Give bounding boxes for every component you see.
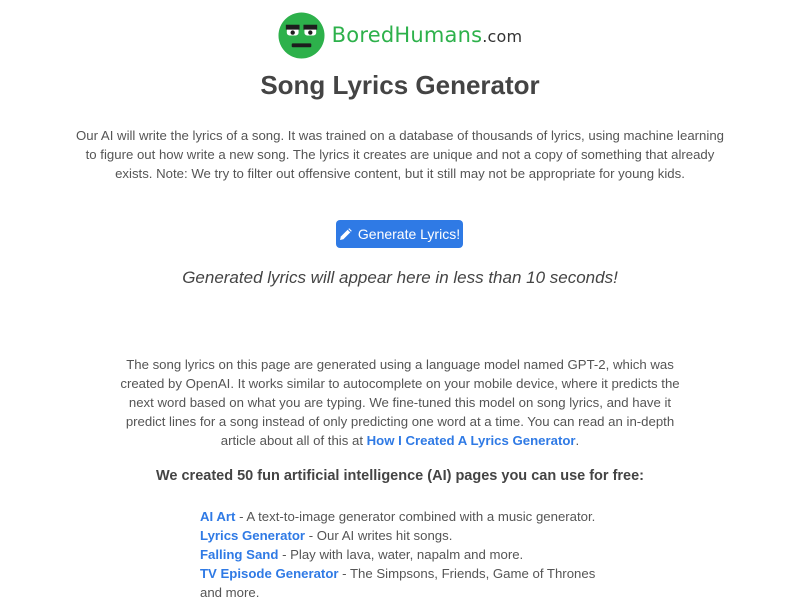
generate-lyrics-button[interactable]: Generate Lyrics!: [336, 220, 463, 248]
site-header: BoredHumans.com: [0, 11, 800, 59]
logo-word-humans: Humans: [394, 23, 483, 47]
falling-sand-link[interactable]: Falling Sand: [200, 547, 278, 562]
list-item-description: - Play with lava, water, napalm and more…: [278, 547, 524, 562]
about-text: The song lyrics on this page are generat…: [110, 355, 690, 450]
pencil-icon: [339, 228, 352, 240]
list-item: AI Art - A text-to-image generator combi…: [200, 507, 620, 526]
list-item-description: - Our AI writes hit songs.: [305, 528, 453, 543]
tv-episode-generator-link[interactable]: TV Episode Generator: [200, 566, 339, 581]
ai-pages-list: AI Art - A text-to-image generator combi…: [200, 507, 620, 600]
generate-lyrics-label: Generate Lyrics!: [357, 226, 461, 242]
list-item: TV Episode Generator - The Simpsons, Fri…: [200, 564, 620, 600]
ai-art-link[interactable]: AI Art: [200, 509, 235, 524]
logo-domain: .com: [482, 27, 523, 46]
logo-wordmark: BoredHumans.com: [332, 23, 523, 47]
bored-face-icon: [278, 11, 325, 59]
ai-pages-heading: We created 50 fun artificial intelligenc…: [155, 468, 645, 484]
page: BoredHumans.com Song Lyrics Generator Ou…: [0, 0, 800, 600]
logo-word-bored: Bored: [331, 23, 395, 47]
lyrics-output-placeholder: Generated lyrics will appear here in les…: [182, 268, 618, 287]
site-logo-link[interactable]: BoredHumans.com: [278, 11, 523, 59]
list-item-description: - A text-to-image generator combined wit…: [235, 509, 596, 524]
list-item: Falling Sand - Play with lava, water, na…: [200, 545, 620, 564]
lyrics-generator-link[interactable]: Lyrics Generator: [200, 528, 305, 543]
lyrics-article-link[interactable]: How I Created A Lyrics Generator: [367, 433, 576, 448]
page-title: Song Lyrics Generator: [260, 70, 540, 100]
intro-text: Our AI will write the lyrics of a song. …: [76, 128, 724, 181]
list-item: Lyrics Generator - Our AI writes hit son…: [200, 526, 620, 545]
about-end: .: [575, 433, 580, 448]
